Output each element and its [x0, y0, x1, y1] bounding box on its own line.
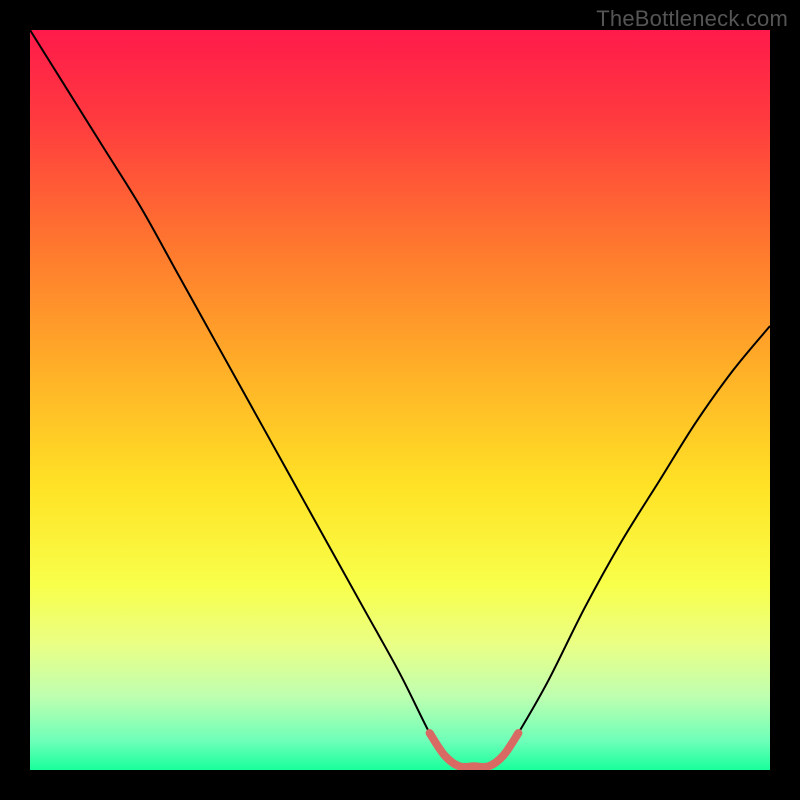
- bottleneck-curve: [30, 30, 770, 767]
- chart-curve-layer: [30, 30, 770, 770]
- chart-frame: TheBottleneck.com: [0, 0, 800, 800]
- optimal-band: [430, 733, 519, 767]
- plot-area: [30, 30, 770, 770]
- watermark-text: TheBottleneck.com: [596, 6, 788, 32]
